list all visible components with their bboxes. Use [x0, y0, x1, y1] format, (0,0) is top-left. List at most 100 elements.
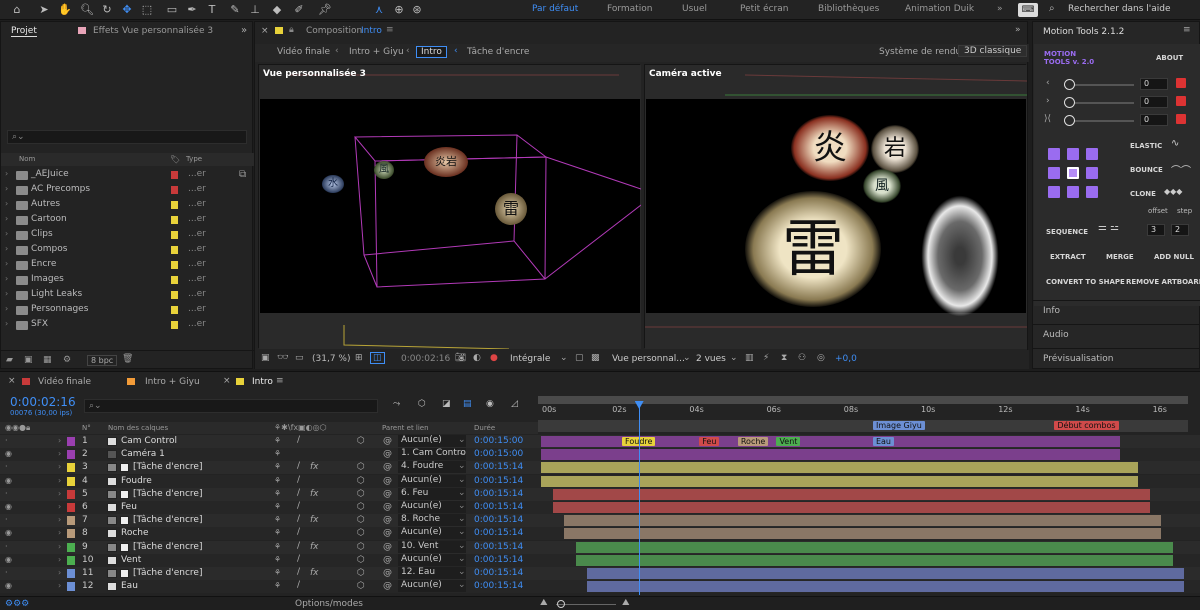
effects-switch-icon[interactable]: fx [310, 462, 319, 472]
breadcrumb-intro[interactable]: Intro [416, 46, 447, 58]
expand-arrow-icon[interactable]: › [5, 169, 8, 178]
3d-layer-icon[interactable]: ⬡ [357, 462, 365, 472]
layer-label-color[interactable] [67, 516, 75, 526]
quality-switch-icon[interactable]: / [297, 514, 300, 524]
pixel-aspect-icon[interactable]: ▭ [295, 353, 304, 363]
expand-arrow-icon[interactable]: › [5, 259, 8, 268]
close-tab-icon[interactable]: × [223, 376, 231, 386]
quality-switch-icon[interactable]: / [297, 461, 300, 471]
new-folder-icon[interactable]: ▣ [24, 355, 33, 365]
parent-select[interactable]: 4. Foudre [398, 461, 466, 474]
parent-select[interactable]: Aucun(e) [398, 553, 466, 566]
shy-switch-icon[interactable]: ⚘ [274, 555, 281, 564]
layer-duration[interactable]: 0:00:15:00 [474, 449, 523, 459]
shy-switch-icon[interactable]: ⚘ [274, 449, 281, 458]
close-tab-icon[interactable]: × [8, 376, 16, 386]
expand-arrow-icon[interactable]: › [58, 489, 61, 498]
show-snapshot-icon[interactable]: ◐ [473, 353, 481, 363]
parent-select[interactable]: Aucun(e) [398, 474, 466, 487]
anchor-tl[interactable] [1048, 148, 1060, 160]
project-folder-item[interactable]: › Personnages ...er [1, 303, 251, 318]
views-layout-select[interactable]: 2 vues [696, 354, 726, 364]
layer-name[interactable]: Roche [121, 528, 149, 538]
timeline-timecode[interactable]: 0:00:02:16 [10, 395, 76, 409]
label-color-swatch[interactable] [171, 171, 178, 179]
label-color-swatch[interactable] [171, 186, 178, 194]
comp-mini-flowchart-icon[interactable]: ⤳ [393, 399, 400, 409]
parent-pickwhip-icon[interactable]: @ [383, 489, 392, 499]
3d-layer-icon[interactable]: ⬡ [357, 555, 365, 565]
selection-tool-icon[interactable]: ➤ [37, 3, 51, 17]
rotate-tool-icon[interactable]: ↻ [100, 3, 114, 17]
visibility-eye-icon[interactable]: · [5, 568, 8, 577]
effects-switch-icon[interactable]: fx [310, 489, 319, 499]
quality-switch-icon[interactable]: / [297, 435, 300, 445]
sequence-offset-input[interactable]: 3 [1147, 224, 1165, 236]
tab-vue-personnalisee[interactable]: Vue personnalisée 3 [122, 26, 213, 36]
visibility-eye-icon[interactable]: · [5, 489, 8, 498]
layer-duration-bar[interactable] [564, 528, 1162, 540]
parent-select[interactable]: Aucun(e) [398, 501, 466, 513]
label-color-swatch[interactable] [171, 306, 178, 314]
layer-row[interactable]: ◉ › 12 Eau ⚘ / ⬡ @ Aucun(e) ⌄ 0:00:15:14 [0, 580, 1200, 594]
interpret-footage-icon[interactable]: ▰ [6, 355, 13, 365]
parent-select[interactable]: 10. Vent [398, 540, 466, 553]
vr-goggles-icon[interactable]: 👓︎ [277, 353, 288, 363]
layer-duration[interactable]: 0:00:15:14 [474, 568, 523, 578]
anchor-tr[interactable] [1086, 148, 1098, 160]
col-nom[interactable]: Nom [19, 155, 35, 163]
project-folder-item[interactable]: › Compos ...er [1, 243, 251, 258]
search-help-input[interactable]: Rechercher dans l'aide [1068, 4, 1171, 14]
project-folder-item[interactable]: › Cartoon ...er [1, 213, 251, 228]
clone-button[interactable]: CLONE [1130, 190, 1156, 198]
shy-switch-icon[interactable]: ⚘ [274, 528, 281, 537]
breadcrumb-intro-giyu[interactable]: Intro + Giyu [349, 47, 404, 57]
parent-pickwhip-icon[interactable]: @ [383, 542, 392, 552]
comp-tab-label[interactable]: Composition [306, 26, 362, 36]
layer-duration-bar[interactable] [552, 488, 1150, 500]
layer-label-color[interactable] [67, 476, 75, 486]
ease-both-reset-icon[interactable] [1176, 114, 1186, 124]
expand-arrow-icon[interactable]: › [5, 304, 8, 313]
anchor-bl[interactable] [1048, 186, 1060, 198]
toggle-pixel-icon[interactable]: ▥ [745, 353, 754, 363]
viewer-custom-view[interactable]: Vue personnalisée 3 水 風 炎岩 雷 [258, 64, 641, 349]
timeline-tab-video-finale[interactable]: Vidéo finale [38, 377, 91, 387]
3d-layer-icon[interactable]: ⬡ [357, 581, 365, 591]
project-folder-item[interactable]: › Clips ...er [1, 228, 251, 243]
keyboard-shortcuts-icon[interactable]: ⌨ [1018, 3, 1038, 17]
visibility-eye-icon[interactable]: ◉ [5, 449, 12, 458]
text-tool-icon[interactable]: T [205, 3, 219, 17]
sequence-step-input[interactable]: 2 [1171, 224, 1189, 236]
layer-row[interactable]: ◉ › 2 Caméra 1 ⚘ @1. Cam Contro ⌄ 0:00:15:00 [0, 448, 1200, 462]
viewer-timecode[interactable]: 0:00:02:16 [401, 354, 450, 364]
layer-label-color[interactable] [67, 503, 75, 512]
snapshot-icon[interactable]: 📷︎ [455, 353, 466, 363]
ease-out-value[interactable]: 0 [1140, 96, 1168, 108]
3d-layer-icon[interactable]: ⬡ [357, 476, 365, 486]
3d-layer-icon[interactable]: ⬡ [357, 436, 365, 446]
expand-arrow-icon[interactable]: › [58, 449, 61, 458]
label-color-swatch[interactable] [171, 321, 178, 329]
layer-name[interactable]: [Tâche d'encre] [133, 568, 202, 578]
layer-duration[interactable]: 0:00:15:14 [474, 542, 523, 552]
layer-row[interactable]: · › 5 [Tâche d'encre] ⚘ / fx ⬡ @6. Feu ⌄ 0:00:15:1… [0, 487, 1200, 501]
layer-duration[interactable]: 0:00:15:14 [474, 476, 523, 486]
breadcrumb-video-finale[interactable]: Vidéo finale [277, 47, 330, 57]
3d-layer-icon[interactable]: ⬡ [357, 542, 365, 552]
quality-switch-icon[interactable]: / [297, 475, 300, 485]
puppet-pin-tool-icon[interactable]: 📌︎ [318, 3, 332, 17]
layer-name[interactable]: [Tâche d'encre] [133, 462, 202, 472]
expand-arrow-icon[interactable]: › [5, 244, 8, 253]
anchor-mr[interactable] [1086, 167, 1098, 179]
lock-icon[interactable]: 🔒︎ [289, 25, 294, 35]
reset-exposure-icon[interactable]: ◎ [817, 353, 825, 363]
work-area-bar[interactable] [538, 396, 1188, 404]
bit-depth-button[interactable]: 8 bpc [87, 355, 118, 366]
workspace-petit-ecran[interactable]: Petit écran [740, 4, 788, 14]
parent-select[interactable]: 8. Roche [398, 514, 466, 527]
layer-label-color[interactable] [67, 555, 75, 565]
resolution-select[interactable]: Intégrale [510, 354, 550, 364]
3d-layer-icon[interactable]: ⬡ [357, 568, 365, 578]
layer-duration[interactable]: 0:00:15:14 [474, 489, 523, 499]
